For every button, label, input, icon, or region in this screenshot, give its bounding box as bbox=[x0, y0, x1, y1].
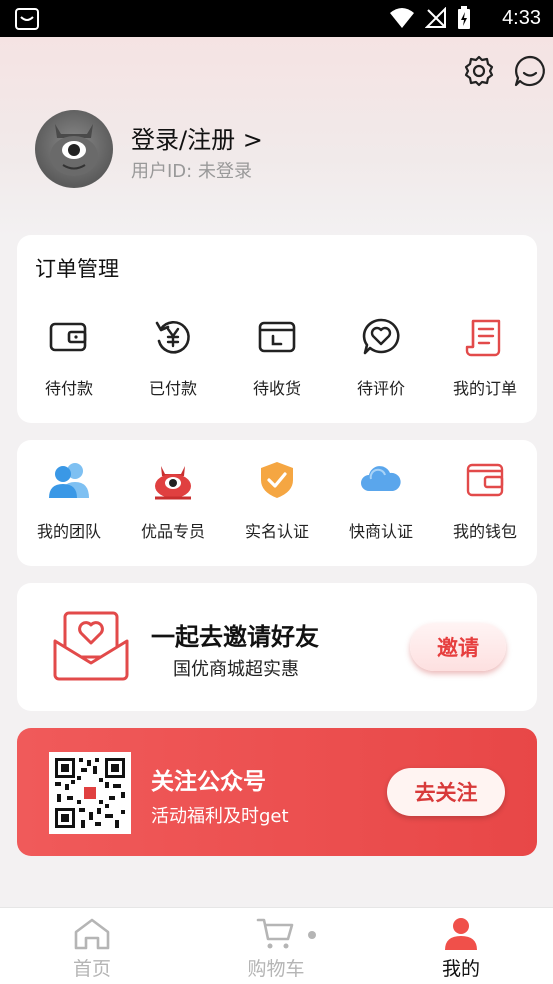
services-grid: 我的团队 优品专员 实名认证 快商认证 我的钱包 bbox=[17, 458, 537, 542]
invite-button[interactable]: 邀请 bbox=[410, 623, 506, 671]
status-bar: 4:33 bbox=[0, 0, 553, 37]
order-management-title: 订单管理 bbox=[35, 257, 119, 281]
merchant-verification[interactable]: 快商认证 bbox=[329, 458, 433, 542]
battery-icon bbox=[458, 6, 470, 29]
order-to-receive[interactable]: 待收货 bbox=[225, 315, 329, 399]
order-to-review[interactable]: 待评价 bbox=[329, 315, 433, 399]
invite-friends-card: 一起去邀请好友 国优商城超实惠 邀请 bbox=[17, 583, 537, 711]
team-icon bbox=[47, 458, 91, 502]
my-wallet[interactable]: 我的钱包 bbox=[433, 458, 537, 542]
package-icon bbox=[255, 315, 299, 359]
tab-mine[interactable]: 我的 bbox=[369, 908, 553, 984]
tab-home[interactable]: 首页 bbox=[0, 908, 184, 984]
product-specialist[interactable]: 优品专员 bbox=[121, 458, 225, 542]
home-icon bbox=[73, 916, 111, 952]
my-orders[interactable]: 我的订单 bbox=[433, 315, 537, 399]
shield-check-icon bbox=[255, 458, 299, 502]
follow-button[interactable]: 去关注 bbox=[387, 768, 505, 816]
avatar[interactable] bbox=[35, 110, 113, 188]
order-pending-payment[interactable]: 待付款 bbox=[17, 315, 121, 399]
qr-code-image bbox=[49, 752, 131, 834]
user-id-label: 用户ID: 未登录 bbox=[131, 161, 252, 182]
app-notification-icon bbox=[14, 7, 40, 35]
message-bubble-icon[interactable] bbox=[513, 54, 547, 88]
tab-cart[interactable]: 购物车 bbox=[184, 908, 368, 984]
yuan-refresh-icon bbox=[151, 315, 195, 359]
settings-gear-icon[interactable] bbox=[462, 54, 496, 88]
order-management-card: 订单管理 待付款 已付款 待收货 待评价 我的订单 bbox=[17, 235, 537, 423]
real-name-verification[interactable]: 实名认证 bbox=[225, 458, 329, 542]
clock: 4:33 bbox=[502, 7, 541, 29]
wifi-icon bbox=[390, 8, 414, 28]
order-paid[interactable]: 已付款 bbox=[121, 315, 225, 399]
my-team[interactable]: 我的团队 bbox=[17, 458, 121, 542]
invite-subtitle: 国优商城超实惠 bbox=[173, 659, 299, 680]
no-signal-icon bbox=[425, 7, 446, 28]
invite-title: 一起去邀请好友 bbox=[151, 623, 319, 651]
cart-dot-badge bbox=[308, 931, 316, 939]
monster-icon bbox=[151, 458, 195, 502]
person-icon bbox=[443, 916, 479, 952]
follow-title: 关注公众号 bbox=[151, 769, 266, 795]
cart-icon bbox=[256, 916, 296, 952]
bottom-tab-bar: 首页 购物车 我的 bbox=[0, 907, 553, 984]
heart-chat-icon bbox=[359, 315, 403, 359]
wallet-card-icon bbox=[463, 458, 507, 502]
wallet-icon bbox=[47, 315, 91, 359]
login-register-link[interactable]: 登录/注册 > bbox=[131, 120, 263, 155]
follow-subtitle: 活动福利及时get bbox=[151, 806, 289, 827]
services-card: 我的团队 优品专员 实名认证 快商认证 我的钱包 bbox=[17, 440, 537, 566]
order-status-grid: 待付款 已付款 待收货 待评价 我的订单 bbox=[17, 315, 537, 399]
follow-account-card: 关注公众号 活动福利及时get 去关注 bbox=[17, 728, 537, 856]
status-icons bbox=[389, 6, 471, 30]
cloud-icon bbox=[359, 458, 403, 502]
document-icon bbox=[463, 315, 507, 359]
envelope-heart-icon bbox=[53, 611, 129, 685]
